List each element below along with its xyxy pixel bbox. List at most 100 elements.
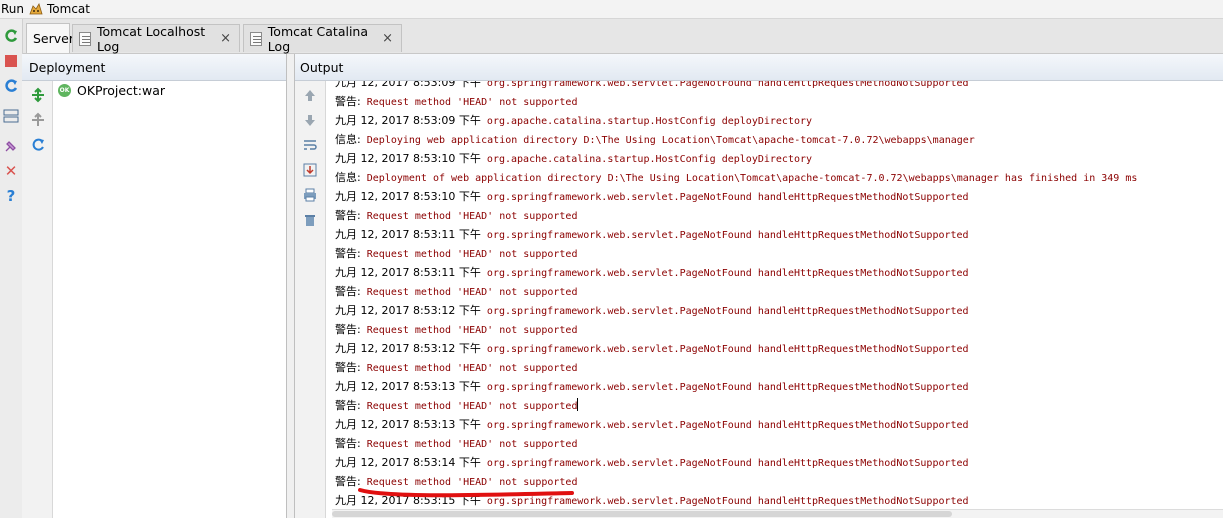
output-panel: Output 九月 12, 2017 8:53:09 下午 org.spring…: [294, 54, 1223, 518]
deployment-panel: Deployment OK OKProject:war: [22, 54, 287, 518]
log-timestamp: 九月 12, 2017 8:53:12 下午: [335, 304, 481, 317]
log-text: org.springframework.web.servlet.PageNotF…: [486, 420, 969, 431]
layout-icon[interactable]: [2, 107, 20, 125]
log-timestamp: 九月 12, 2017 8:53:10 下午: [335, 152, 481, 165]
tab-tomcat-localhost-log[interactable]: Tomcat Localhost Log ×: [72, 23, 240, 54]
log-text: Request method 'HEAD' not supported: [366, 249, 578, 260]
log-text: org.springframework.web.servlet.PageNotF…: [486, 458, 969, 469]
log-level: 警告:: [335, 209, 361, 222]
log-text: Request method 'HEAD' not supported: [366, 363, 578, 374]
horizontal-scrollbar[interactable]: [332, 509, 1223, 518]
wrap-icon[interactable]: [302, 137, 318, 153]
log-line-message: 警告: Request method 'HEAD' not supported: [335, 92, 577, 111]
log-text: org.springframework.web.servlet.PageNotF…: [486, 344, 969, 355]
log-level: 警告:: [335, 95, 361, 108]
log-timestamp: 九月 12, 2017 8:53:09 下午: [335, 81, 481, 89]
log-line-message: 警告: Request method 'HEAD' not supported: [335, 358, 577, 377]
log-text: org.springframework.web.servlet.PageNotF…: [486, 268, 969, 279]
log-text: org.springframework.web.servlet.PageNotF…: [486, 81, 969, 89]
log-level: 警告:: [335, 475, 361, 488]
log-text: Deploying web application directory D:\T…: [366, 135, 975, 146]
run-label: Run: [1, 2, 25, 16]
log-timestamp: 九月 12, 2017 8:53:14 下午: [335, 456, 481, 469]
rerun-icon[interactable]: [2, 27, 20, 45]
log-text: org.springframework.web.servlet.PageNotF…: [486, 230, 969, 241]
log-text: org.springframework.web.servlet.PageNotF…: [486, 306, 969, 317]
deployment-toolbar: [22, 81, 53, 518]
log-text: Request method 'HEAD' not supported: [366, 97, 578, 108]
text-caret: [577, 398, 579, 411]
log-text: Request method 'HEAD' not supported: [366, 211, 578, 222]
log-text: Deployment of web application directory …: [366, 173, 1138, 184]
tab-server-label: Server: [33, 31, 74, 46]
log-level: 信息:: [335, 133, 361, 146]
pin-icon[interactable]: [2, 137, 20, 155]
log-text: Request method 'HEAD' not supported: [366, 439, 578, 450]
tab-label: Tomcat Catalina Log: [267, 23, 369, 54]
red-underline-annotation: [358, 488, 574, 498]
up-arrow-icon[interactable]: [302, 87, 318, 103]
log-line-timestamp: 九月 12, 2017 8:53:09 下午 org.apache.catali…: [335, 111, 812, 130]
close-icon[interactable]: ✕: [2, 162, 20, 180]
log-line-timestamp: 九月 12, 2017 8:53:12 下午 org.springframewo…: [335, 301, 969, 320]
log-text: org.apache.catalina.startup.HostConfig d…: [486, 154, 813, 165]
trash-icon[interactable]: [302, 212, 318, 228]
log-line-message: 警告: Request method 'HEAD' not supported: [335, 206, 577, 225]
title-bar: Run Tomcat: [0, 0, 1223, 19]
log-level: 警告:: [335, 437, 361, 450]
log-line-message: 警告: Request method 'HEAD' not supported: [335, 282, 577, 301]
run-toolbar: ✕ ?: [0, 19, 23, 518]
log-line-message: 警告: Request method 'HEAD' not supported: [335, 396, 579, 415]
log-text: org.springframework.web.servlet.PageNotF…: [486, 192, 969, 203]
log-level: 警告:: [335, 247, 361, 260]
log-line-timestamp: 九月 12, 2017 8:53:11 下午 org.springframewo…: [335, 263, 969, 282]
log-file-icon: [79, 31, 91, 46]
scrollbar-thumb[interactable]: [332, 511, 952, 517]
scroll-to-end-icon[interactable]: [302, 162, 318, 178]
log-line-message: 警告: Request method 'HEAD' not supported: [335, 244, 577, 263]
deployment-item[interactable]: OK OKProject:war: [58, 83, 165, 98]
log-timestamp: 九月 12, 2017 8:53:10 下午: [335, 190, 481, 203]
console-output[interactable]: 九月 12, 2017 8:53:09 下午 org.springframewo…: [332, 81, 1223, 510]
log-line-timestamp: 九月 12, 2017 8:53:13 下午 org.springframewo…: [335, 415, 969, 434]
log-line-timestamp: 九月 12, 2017 8:53:10 下午 org.springframewo…: [335, 187, 969, 206]
down-arrow-icon[interactable]: [302, 112, 318, 128]
deploy-icon[interactable]: [30, 87, 46, 103]
log-text: Request method 'HEAD' not supported: [366, 287, 578, 298]
undeploy-icon[interactable]: [30, 112, 46, 128]
refresh-icon[interactable]: [30, 137, 46, 153]
log-level: 信息:: [335, 171, 361, 184]
log-line-timestamp: 九月 12, 2017 8:53:14 下午 org.springframewo…: [335, 453, 969, 472]
tab-tomcat-catalina-log[interactable]: Tomcat Catalina Log ×: [243, 23, 402, 54]
log-timestamp: 九月 12, 2017 8:53:13 下午: [335, 418, 481, 431]
log-line-timestamp: 九月 12, 2017 8:53:09 下午 org.springframewo…: [335, 81, 969, 92]
window-title: Tomcat: [47, 2, 90, 16]
log-line-timestamp: 九月 12, 2017 8:53:13 下午 org.springframewo…: [335, 377, 969, 396]
log-text: Request method 'HEAD' not supported: [366, 401, 578, 412]
log-level: 警告:: [335, 285, 361, 298]
log-line-message: 警告: Request method 'HEAD' not supported: [335, 434, 577, 453]
log-line-message: 警告: Request method 'HEAD' not supported: [335, 320, 577, 339]
log-line-timestamp: 九月 12, 2017 8:53:10 下午 org.apache.catali…: [335, 149, 812, 168]
close-tab-icon[interactable]: ×: [220, 31, 231, 46]
log-timestamp: 九月 12, 2017 8:53:09 下午: [335, 114, 481, 127]
log-timestamp: 九月 12, 2017 8:53:13 下午: [335, 380, 481, 393]
output-toolbar: [295, 81, 326, 518]
log-line-message: 信息: Deploying web application directory …: [335, 130, 975, 149]
log-text: org.springframework.web.servlet.PageNotF…: [486, 382, 969, 393]
log-timestamp: 九月 12, 2017 8:53:11 下午: [335, 266, 481, 279]
log-file-icon: [250, 31, 262, 46]
log-level: 警告:: [335, 399, 361, 412]
log-timestamp: 九月 12, 2017 8:53:11 下午: [335, 228, 481, 241]
log-level: 警告:: [335, 361, 361, 374]
print-icon[interactable]: [302, 187, 318, 203]
update-icon[interactable]: [2, 77, 20, 95]
stop-icon[interactable]: [2, 52, 20, 70]
help-icon[interactable]: ?: [2, 187, 20, 205]
close-tab-icon[interactable]: ×: [382, 31, 393, 46]
tab-server[interactable]: Server: [26, 23, 74, 53]
log-text: Request method 'HEAD' not supported: [366, 325, 578, 336]
tab-label: Tomcat Localhost Log: [97, 23, 206, 54]
log-line-timestamp: 九月 12, 2017 8:53:12 下午 org.springframewo…: [335, 339, 969, 358]
tomcat-icon: [29, 2, 43, 14]
